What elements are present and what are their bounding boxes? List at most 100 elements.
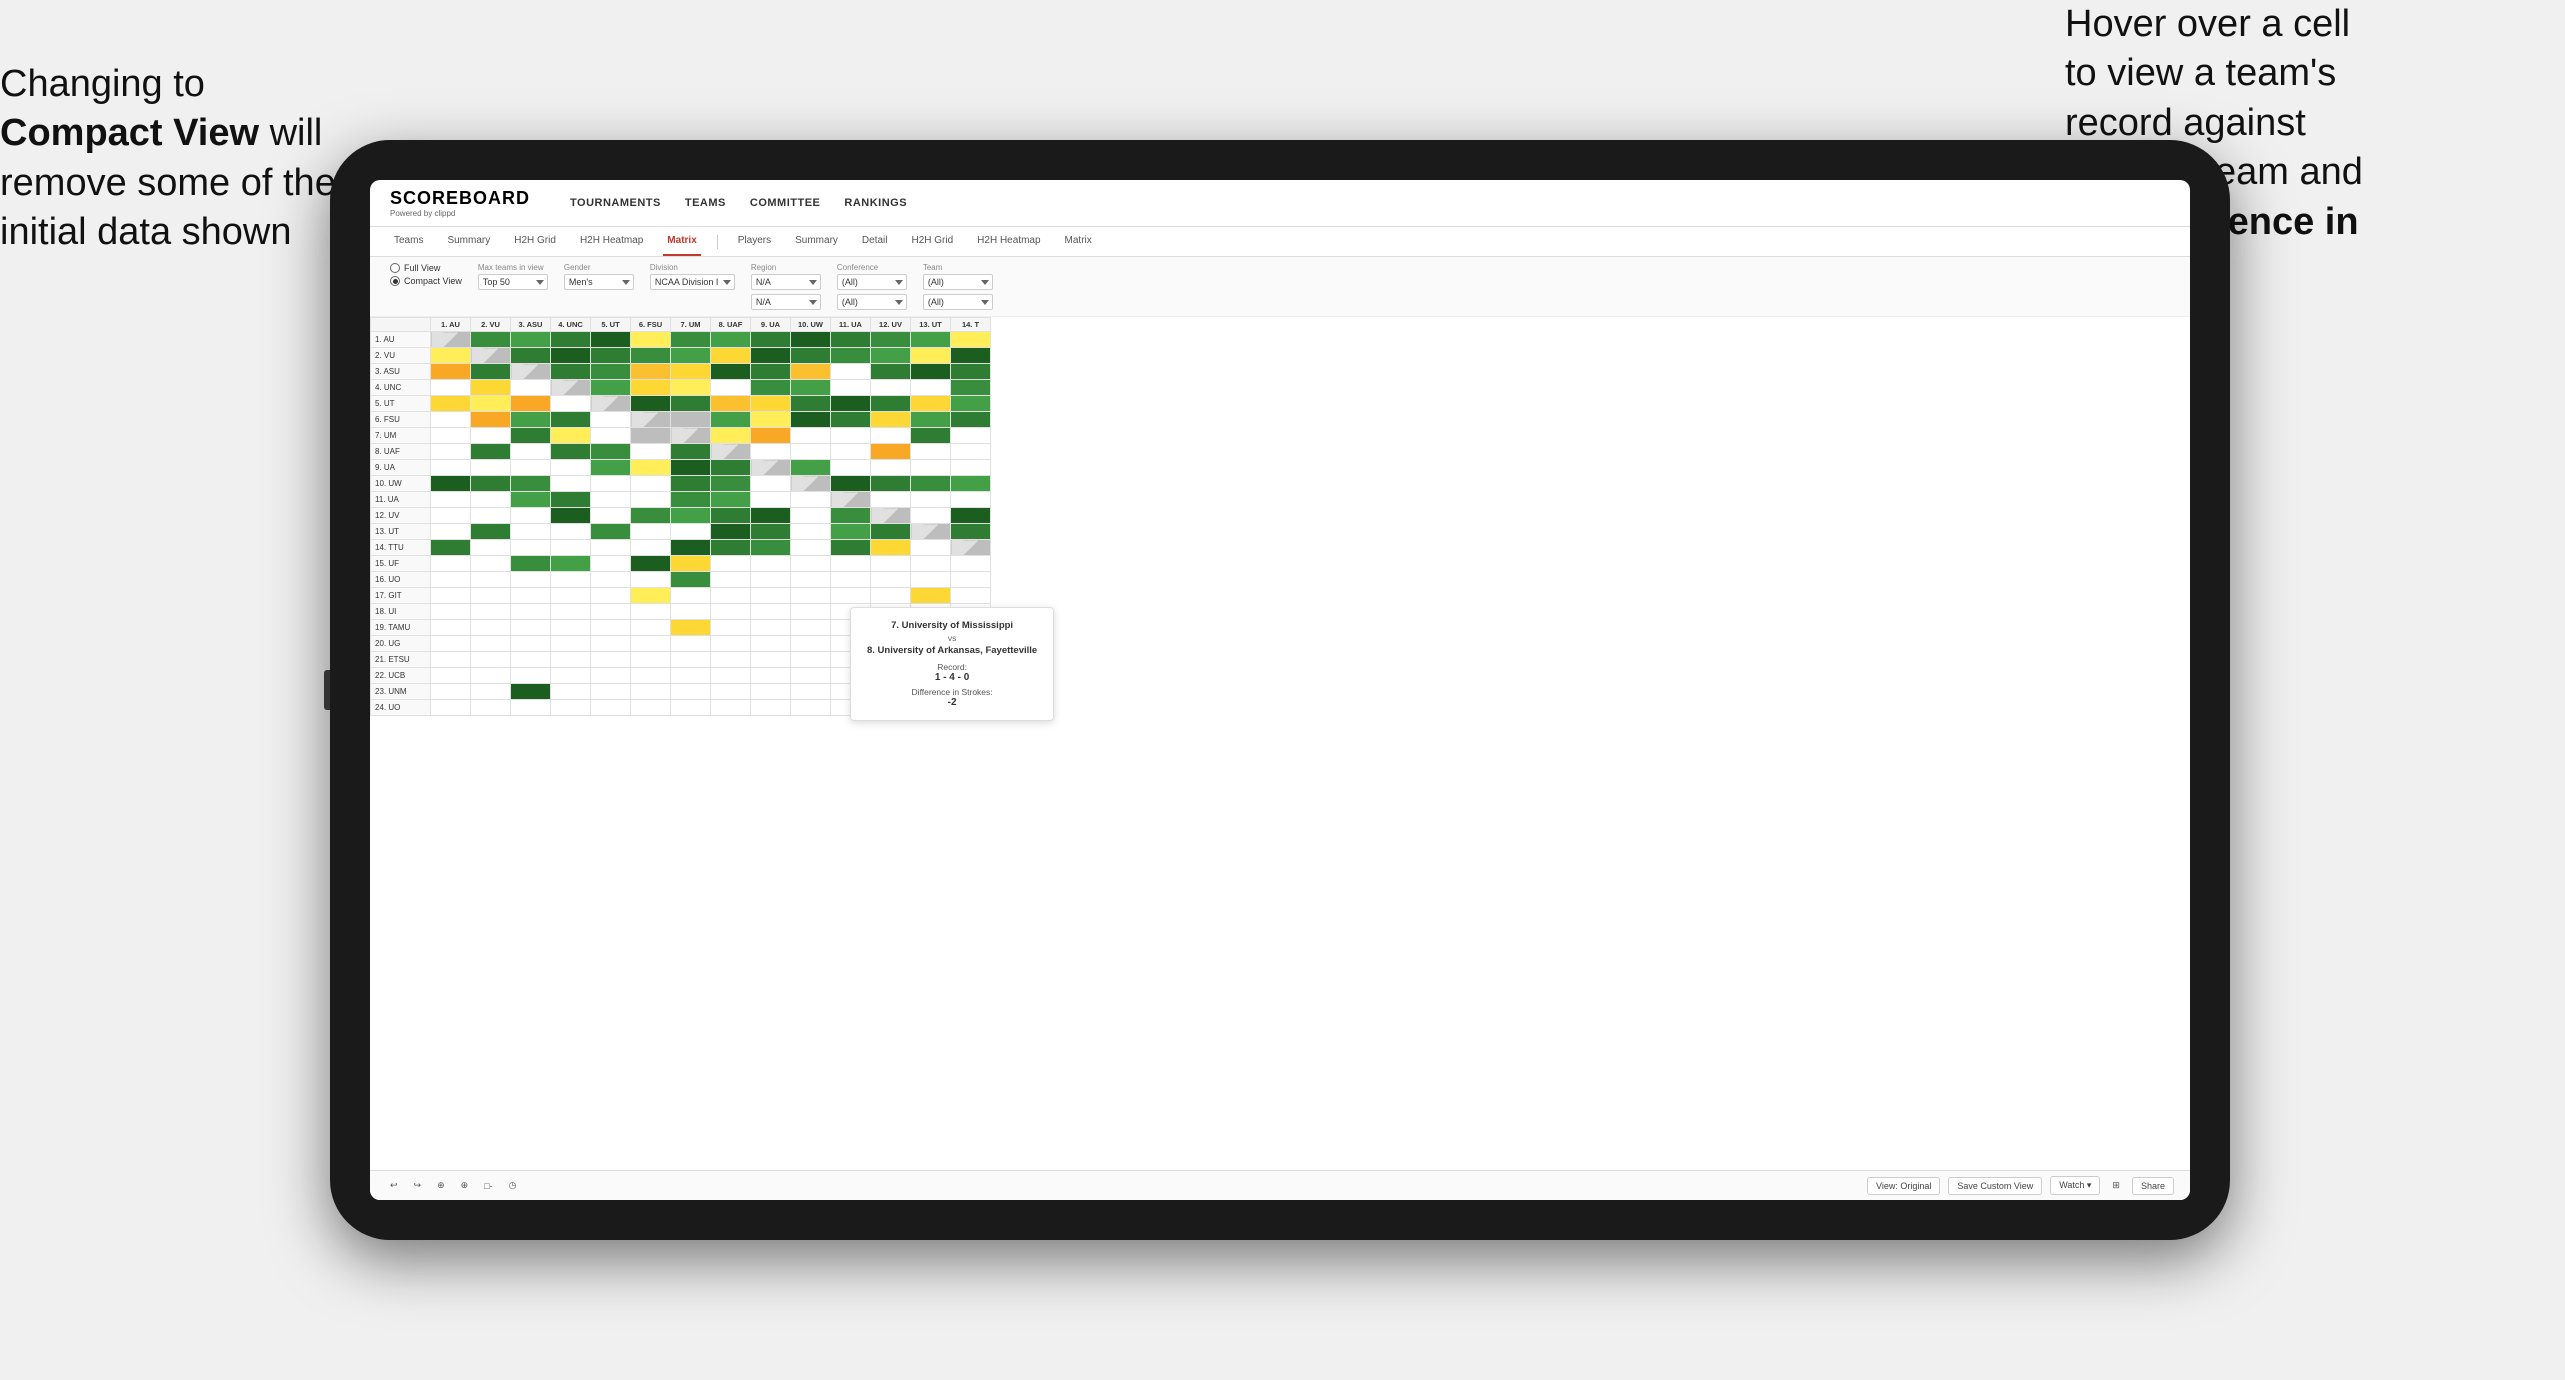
matrix-cell[interactable] <box>631 540 671 556</box>
matrix-container[interactable]: 1. AU2. VU3. ASU4. UNC5. UT6. FSU7. UM8.… <box>370 317 2190 1170</box>
matrix-cell[interactable] <box>951 556 991 572</box>
matrix-cell[interactable] <box>671 636 711 652</box>
matrix-cell[interactable] <box>551 652 591 668</box>
matrix-cell[interactable] <box>671 428 711 444</box>
subnav-h2h-heatmap-right[interactable]: H2H Heatmap <box>973 227 1044 256</box>
toolbar-add2[interactable]: ⊕ <box>457 1178 473 1193</box>
matrix-cell[interactable] <box>551 556 591 572</box>
region-select-1[interactable]: N/A <box>751 274 821 290</box>
toolbar-add1[interactable]: ⊕ <box>433 1178 449 1193</box>
subnav-players[interactable]: Players <box>734 227 775 256</box>
matrix-cell[interactable] <box>911 492 951 508</box>
matrix-cell[interactable] <box>711 412 751 428</box>
toolbar-save-custom[interactable]: Save Custom View <box>1948 1177 2042 1195</box>
matrix-cell[interactable] <box>671 588 711 604</box>
matrix-cell[interactable] <box>631 348 671 364</box>
matrix-cell[interactable] <box>711 332 751 348</box>
matrix-cell[interactable] <box>871 444 911 460</box>
matrix-cell[interactable] <box>951 428 991 444</box>
matrix-cell[interactable] <box>631 668 671 684</box>
matrix-cell[interactable] <box>911 572 951 588</box>
matrix-cell[interactable] <box>791 524 831 540</box>
matrix-cell[interactable] <box>791 652 831 668</box>
matrix-cell[interactable] <box>831 572 871 588</box>
full-view-option[interactable]: Full View <box>390 263 462 273</box>
matrix-cell[interactable] <box>911 380 951 396</box>
subnav-h2h-heatmap-left[interactable]: H2H Heatmap <box>576 227 647 256</box>
subnav-summary-left[interactable]: Summary <box>443 227 494 256</box>
matrix-cell[interactable] <box>551 412 591 428</box>
matrix-cell[interactable] <box>711 460 751 476</box>
toolbar-grid-icon[interactable]: ⊞ <box>2108 1178 2124 1193</box>
matrix-cell[interactable] <box>471 476 511 492</box>
matrix-cell[interactable] <box>711 540 751 556</box>
matrix-cell[interactable] <box>671 700 711 716</box>
matrix-cell[interactable] <box>591 428 631 444</box>
compact-view-option[interactable]: Compact View <box>390 276 462 286</box>
matrix-cell[interactable] <box>711 604 751 620</box>
matrix-cell[interactable] <box>751 620 791 636</box>
matrix-cell[interactable] <box>751 476 791 492</box>
matrix-cell[interactable] <box>791 508 831 524</box>
matrix-cell[interactable] <box>791 348 831 364</box>
matrix-cell[interactable] <box>471 556 511 572</box>
matrix-cell[interactable] <box>551 524 591 540</box>
matrix-cell[interactable] <box>591 636 631 652</box>
matrix-cell[interactable] <box>511 476 551 492</box>
nav-rankings[interactable]: RANKINGS <box>844 193 907 213</box>
matrix-cell[interactable] <box>791 412 831 428</box>
subnav-detail[interactable]: Detail <box>858 227 892 256</box>
subnav-matrix-left[interactable]: Matrix <box>663 227 700 256</box>
matrix-cell[interactable] <box>431 444 471 460</box>
matrix-cell[interactable] <box>631 652 671 668</box>
matrix-cell[interactable] <box>791 684 831 700</box>
matrix-cell[interactable] <box>471 540 511 556</box>
matrix-cell[interactable] <box>951 476 991 492</box>
matrix-cell[interactable] <box>791 332 831 348</box>
matrix-cell[interactable] <box>951 540 991 556</box>
matrix-cell[interactable] <box>591 396 631 412</box>
matrix-cell[interactable] <box>911 476 951 492</box>
matrix-cell[interactable] <box>431 572 471 588</box>
matrix-cell[interactable] <box>671 652 711 668</box>
matrix-cell[interactable] <box>791 492 831 508</box>
matrix-cell[interactable] <box>471 572 511 588</box>
matrix-cell[interactable] <box>671 572 711 588</box>
nav-teams[interactable]: TEAMS <box>685 193 726 213</box>
matrix-cell[interactable] <box>751 572 791 588</box>
matrix-cell[interactable] <box>631 444 671 460</box>
matrix-cell[interactable] <box>791 620 831 636</box>
matrix-cell[interactable] <box>831 380 871 396</box>
matrix-cell[interactable] <box>591 364 631 380</box>
matrix-cell[interactable] <box>551 476 591 492</box>
matrix-cell[interactable] <box>751 700 791 716</box>
team-select-2[interactable]: (All) <box>923 294 993 310</box>
matrix-cell[interactable] <box>791 364 831 380</box>
matrix-cell[interactable] <box>631 380 671 396</box>
toolbar-share[interactable]: Share <box>2132 1177 2174 1195</box>
matrix-cell[interactable] <box>431 380 471 396</box>
matrix-cell[interactable] <box>471 364 511 380</box>
matrix-cell[interactable] <box>551 572 591 588</box>
matrix-cell[interactable] <box>871 524 911 540</box>
matrix-cell[interactable] <box>791 668 831 684</box>
matrix-cell[interactable] <box>511 668 551 684</box>
matrix-cell[interactable] <box>431 428 471 444</box>
matrix-cell[interactable] <box>951 412 991 428</box>
matrix-cell[interactable] <box>591 572 631 588</box>
matrix-cell[interactable] <box>831 540 871 556</box>
matrix-cell[interactable] <box>631 684 671 700</box>
matrix-cell[interactable] <box>631 364 671 380</box>
toolbar-undo[interactable]: ↩ <box>386 1178 402 1193</box>
matrix-cell[interactable] <box>431 348 471 364</box>
matrix-cell[interactable] <box>551 540 591 556</box>
subnav-h2h-grid-right[interactable]: H2H Grid <box>907 227 957 256</box>
matrix-cell[interactable] <box>791 588 831 604</box>
matrix-cell[interactable] <box>591 492 631 508</box>
matrix-cell[interactable] <box>591 652 631 668</box>
matrix-cell[interactable] <box>631 700 671 716</box>
matrix-cell[interactable] <box>631 492 671 508</box>
matrix-cell[interactable] <box>471 508 511 524</box>
matrix-cell[interactable] <box>431 540 471 556</box>
toolbar-time[interactable]: ◷ <box>505 1178 521 1193</box>
